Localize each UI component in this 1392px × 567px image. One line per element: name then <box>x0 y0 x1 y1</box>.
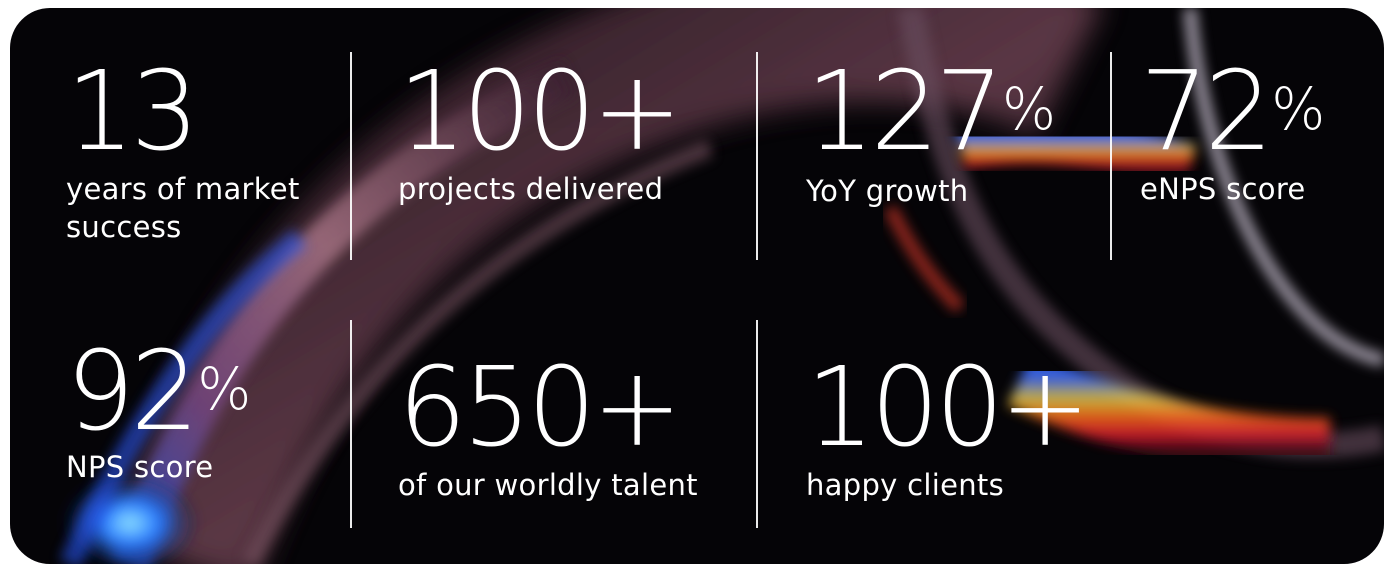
divider-5 <box>756 320 758 528</box>
stat-value: 100+ <box>398 47 682 175</box>
stats-banner: 13 years of market success 100+ projects… <box>10 8 1384 564</box>
stat-label: of our worldly talent <box>398 468 698 502</box>
stat-value: 72% <box>1140 47 1326 175</box>
stat-label: eNPS score <box>1140 172 1306 206</box>
divider-3 <box>1110 52 1112 260</box>
stat-growth: 127% YoY growth <box>806 56 1061 210</box>
stat-label: years of market success <box>66 172 300 244</box>
stat-label: projects delivered <box>398 172 664 206</box>
stat-projects: 100+ projects delivered <box>398 56 684 208</box>
divider-4 <box>350 320 352 528</box>
stat-value: 100+ <box>806 343 1090 471</box>
stat-label: YoY growth <box>806 174 969 208</box>
stat-talent: 650+ of our worldly talent <box>398 352 698 504</box>
stat-value: 127% <box>806 47 1056 175</box>
stat-value: 13 <box>66 47 199 175</box>
divider-2 <box>756 52 758 260</box>
stat-enps: 72% eNPS score <box>1140 56 1329 208</box>
stat-value: 650+ <box>398 343 682 471</box>
stat-clients: 100+ happy clients <box>806 352 1092 504</box>
stat-nps: 92% NPS score <box>66 336 255 486</box>
stat-value: 92% <box>66 327 252 455</box>
stat-label: happy clients <box>806 468 1005 502</box>
stat-years: 13 years of market success <box>66 56 326 246</box>
divider-1 <box>350 52 352 260</box>
